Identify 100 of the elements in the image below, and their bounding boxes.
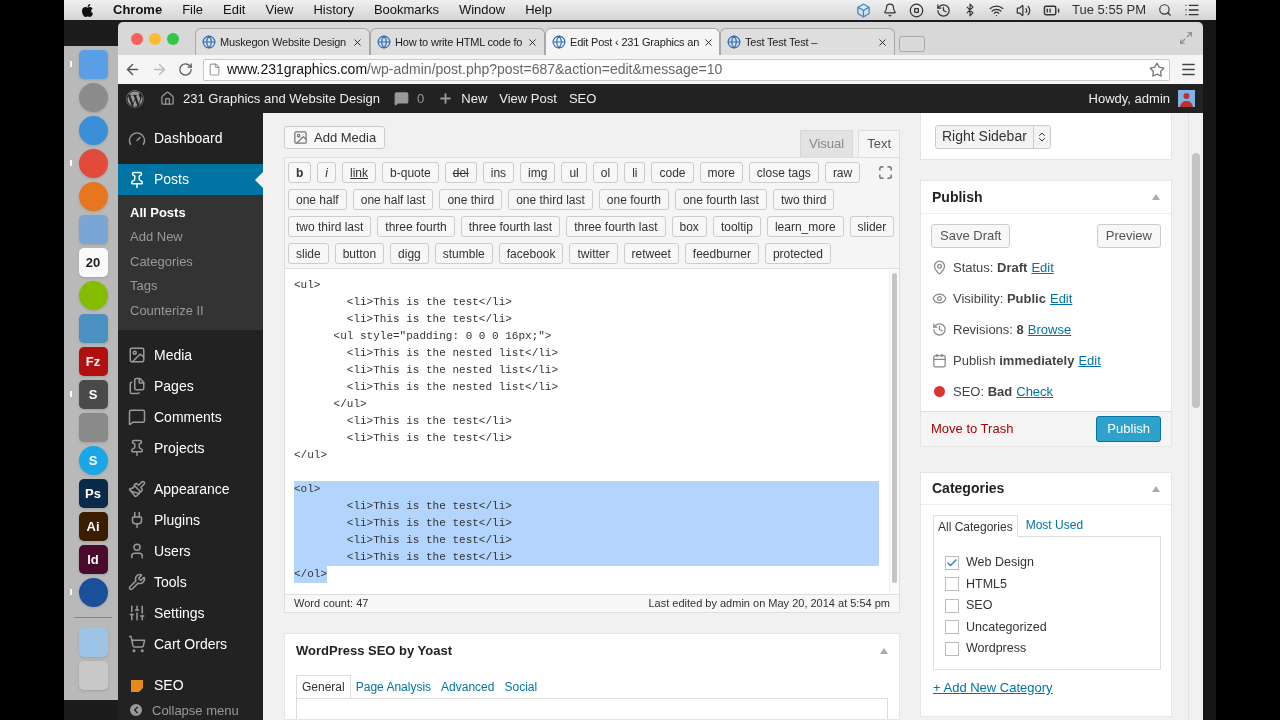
collapse-icon[interactable] [880,648,888,654]
stop-icon[interactable] [909,2,925,18]
trash-link[interactable]: Move to Trash [931,419,1014,439]
menu-icon[interactable] [1180,61,1197,78]
dock-app-icon[interactable] [78,83,108,112]
admin-bar-link[interactable]: SEO [568,88,597,109]
category-tab[interactable]: Most Used [1017,514,1092,536]
new-tab-button[interactable] [899,36,925,52]
close-window-button[interactable] [131,32,143,45]
editor-mode-tab[interactable]: Text [858,130,900,157]
submenu-item[interactable]: Counterize II [118,298,263,323]
submenu-item[interactable]: All Posts [118,200,263,225]
template-select[interactable]: Right Sidebar [935,124,1051,149]
apple-icon[interactable] [80,2,95,18]
dock-app-icon[interactable]: Id [78,545,108,574]
sidebar-item[interactable]: Users [118,535,263,567]
quicktag-button[interactable]: two third [772,189,835,210]
close-icon[interactable] [877,36,888,48]
quicktag-button[interactable]: retweet [623,243,679,264]
forward-icon[interactable] [151,61,168,78]
browser-tab[interactable]: How to write HTML code fo [370,28,545,55]
edit-link[interactable]: Browse [1027,319,1072,340]
sidebar-item[interactable]: Projects [118,432,263,464]
bell-icon[interactable] [883,3,898,17]
fullscreen-icon[interactable] [1179,31,1193,45]
close-icon[interactable] [352,36,363,48]
menu-item[interactable]: Bookmarks [373,0,439,20]
quicktag-button[interactable]: one half [288,189,347,210]
comment-icon[interactable] [394,91,410,106]
quicktag-button[interactable]: img [520,162,556,183]
submenu-item[interactable]: Add New [118,224,263,249]
sidebar-item[interactable]: Posts [118,164,263,195]
plus-icon[interactable] [438,91,454,106]
bookmark-star-icon[interactable] [1149,61,1165,78]
scrollbar[interactable] [889,269,899,594]
quicktag-button[interactable]: raw [824,162,861,183]
edit-link[interactable]: Edit [1078,350,1101,371]
quicktag-button[interactable]: digg [390,243,429,264]
list-icon[interactable] [1184,2,1200,18]
edit-link[interactable]: Edit [1031,257,1054,278]
quicktag-button[interactable]: del [444,162,477,183]
menu-item[interactable]: Edit [223,0,246,20]
quicktag-button[interactable]: three fourth [377,216,455,237]
dock-app-icon[interactable]: Ai [78,512,108,541]
menu-item[interactable]: History [313,0,354,20]
dock-app-icon[interactable]: Ps [78,479,108,508]
category-checkbox[interactable] [945,598,959,613]
collapse-icon[interactable] [1152,485,1160,492]
preview-button[interactable]: Preview [1096,224,1161,248]
home-icon[interactable] [160,91,175,106]
dock-app-icon[interactable]: S [78,380,108,409]
quicktag-button[interactable]: facebook [498,243,564,264]
sidebar-item[interactable]: SEO [118,669,263,701]
quicktag-button[interactable]: three fourth last [566,216,666,237]
comment-count[interactable]: 0 [417,88,425,109]
add-media-button[interactable]: Add Media [284,126,386,149]
category-checkbox[interactable] [945,620,959,635]
dock-app-icon[interactable] [78,149,108,178]
greeting-link[interactable]: Howdy, admin [1088,88,1170,109]
quicktag-button[interactable]: slider [849,216,895,237]
quicktag-button[interactable]: one fourth [598,189,669,210]
quicktag-button[interactable]: b [288,162,312,183]
admin-bar-link[interactable]: View Post [499,88,557,109]
quicktag-button[interactable]: slide [288,243,329,264]
quicktag-button[interactable]: two third last [288,216,372,237]
category-tab[interactable]: All Categories [933,515,1018,537]
volume-icon[interactable] [1016,2,1032,18]
quicktag-button[interactable]: stumble [434,243,493,264]
quicktag-button[interactable]: one third [439,189,503,210]
quicktag-button[interactable]: tooltip [712,216,761,237]
quicktag-button[interactable]: twitter [569,243,618,264]
quicktag-button[interactable]: link [342,162,377,183]
add-category-link[interactable]: + Add New Category [933,678,1053,698]
quicktag-button[interactable]: box [671,216,707,237]
avatar-icon[interactable] [1178,90,1195,107]
submenu-item[interactable]: Categories [118,249,263,274]
browser-tab[interactable]: Muskegon Website Design [195,28,370,55]
quicktag-button[interactable]: more [699,162,743,183]
edit-link[interactable]: Check [1016,381,1054,402]
dock-app-icon[interactable] [78,116,108,145]
quicktag-button[interactable]: code [651,162,694,183]
new-link[interactable]: New [461,88,488,109]
wifi-icon[interactable] [989,2,1005,18]
quicktag-button[interactable]: protected [764,243,831,264]
sidebar-item[interactable]: Cart Orders [118,628,263,660]
quicktag-button[interactable]: learn_more [766,216,844,237]
quicktag-button[interactable]: ins [482,162,515,183]
quicktag-button[interactable]: button [334,243,385,264]
seo-tab[interactable]: Social [499,675,543,698]
seo-tab[interactable]: General [296,675,351,698]
browser-tab[interactable]: Edit Post ‹ 231 Graphics an [545,28,720,55]
quicktag-button[interactable]: ol [592,162,619,183]
quicktag-button[interactable]: li [624,162,646,183]
quicktag-button[interactable]: one fourth last [674,189,767,210]
seo-tab[interactable]: Page Analysis [350,675,437,698]
category-checkbox[interactable] [945,641,959,656]
dock-app-icon[interactable]: Fz [78,347,108,376]
sidebar-item[interactable]: Tools [118,566,263,598]
menu-item[interactable]: Window [458,0,506,20]
sidebar-item[interactable]: Dashboard [118,123,263,154]
